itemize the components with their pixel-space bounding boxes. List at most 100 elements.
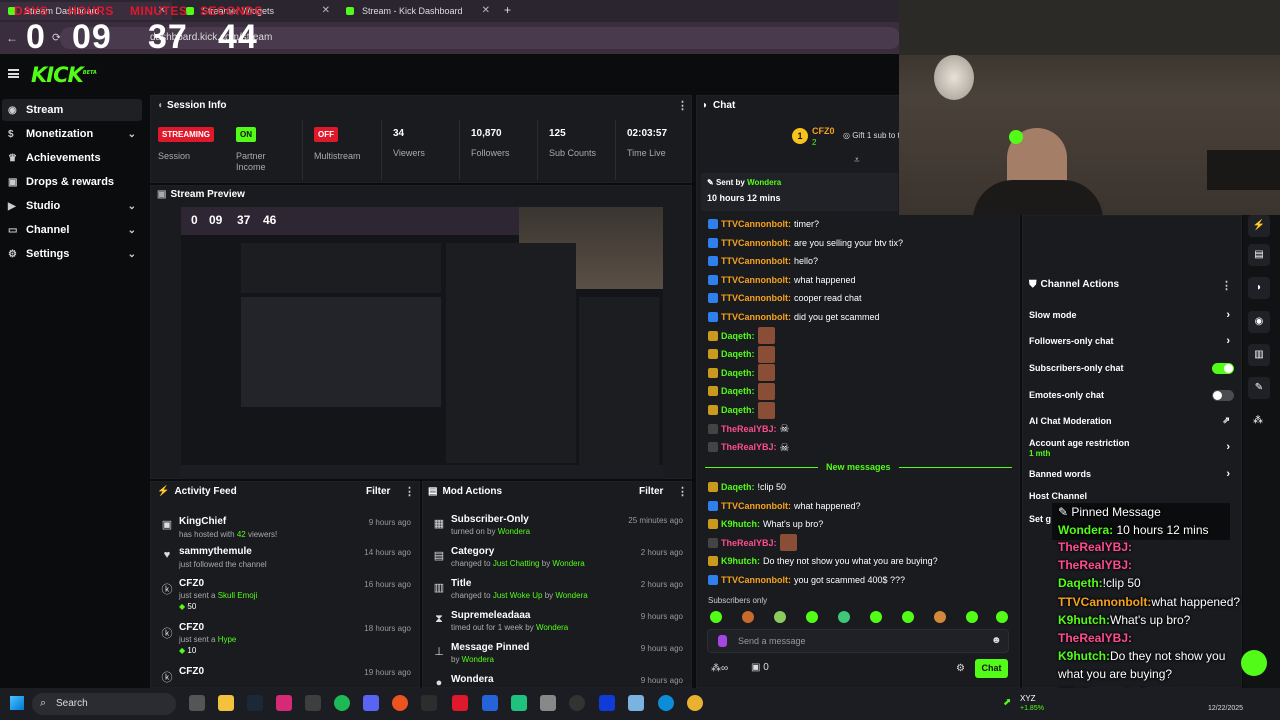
more-options-icon[interactable]: ⋮: [677, 99, 688, 112]
app-icon[interactable]: [305, 695, 321, 711]
chat-username[interactable]: TheRealYBJ:: [721, 538, 777, 548]
sidebar-item-channel[interactable]: ▭ Channel ⌄: [2, 219, 142, 241]
emote-icon[interactable]: [902, 611, 914, 623]
steam-icon[interactable]: [247, 695, 263, 711]
app-icon[interactable]: [599, 695, 615, 711]
discord-icon[interactable]: [363, 695, 379, 711]
document-icon[interactable]: ▤: [1248, 244, 1270, 266]
menu-icon[interactable]: [8, 69, 19, 78]
gift-sub-button[interactable]: ◎ Gift 1 sub to t: [843, 131, 900, 140]
user-icon: ●: [435, 677, 443, 688]
bolt-icon[interactable]: ⚡: [1248, 215, 1270, 237]
chat-username[interactable]: TTVCannonbolt:: [721, 312, 791, 322]
subscribers-only-toggle[interactable]: [1212, 363, 1234, 374]
more-options-icon[interactable]: ⋮: [404, 485, 415, 498]
banned-words-row[interactable]: Banned words ›: [1029, 468, 1234, 480]
sidebar-item-stream[interactable]: ◉ Stream: [2, 99, 142, 121]
chat-username[interactable]: TTVCannonbolt:: [721, 575, 791, 585]
brave-icon[interactable]: [392, 695, 408, 711]
app-icon[interactable]: [482, 695, 498, 711]
chat-username[interactable]: TTVCannonbolt:: [721, 293, 791, 303]
chat-username[interactable]: TTVCannonbolt:: [721, 219, 791, 229]
news-icon[interactable]: [452, 695, 468, 711]
app-icon[interactable]: [569, 695, 585, 711]
users-icon[interactable]: ⁂: [1253, 415, 1263, 426]
sidebar-item-drops[interactable]: ▣ Drops & rewards: [2, 171, 142, 193]
chat-username[interactable]: K9hutch:: [721, 556, 760, 566]
app-icon[interactable]: [421, 695, 437, 711]
wrench-icon[interactable]: ✎: [1248, 377, 1270, 399]
chat-username[interactable]: TTVCannonbolt:: [721, 238, 791, 248]
ai-moderation-row[interactable]: AI Chat Moderation ⇗: [1029, 415, 1234, 426]
stream-preview-video[interactable]: 0 09 37 46: [181, 207, 663, 479]
activity-filter-button[interactable]: Filter: [366, 486, 390, 497]
app-icon[interactable]: [628, 695, 644, 711]
send-chat-button[interactable]: Chat: [975, 659, 1008, 678]
server-icon[interactable]: ▥: [1248, 344, 1270, 366]
emote-icon[interactable]: [838, 611, 850, 623]
chat-text: timer?: [793, 219, 819, 229]
close-icon[interactable]: ✕: [322, 5, 330, 16]
kick-logo[interactable]: KICKBETA: [31, 63, 97, 87]
app-icon[interactable]: [511, 695, 527, 711]
close-icon[interactable]: ✕: [482, 5, 490, 16]
chat-icon[interactable]: ◗: [1248, 277, 1270, 299]
pinned-text: 10 hours 12 mins: [707, 193, 781, 203]
chat-username[interactable]: TTVCannonbolt:: [721, 501, 791, 511]
task-view-icon[interactable]: [189, 695, 205, 711]
feed-amount-value: 50: [187, 602, 197, 611]
chat-username[interactable]: K9hutch:: [721, 519, 760, 529]
settings-app-icon[interactable]: [540, 695, 556, 711]
sidebar-item-achievements[interactable]: ♛ Achievements: [2, 147, 142, 169]
emote-icon[interactable]: [870, 611, 882, 623]
taskbar-search[interactable]: ⌕ Search: [32, 693, 176, 715]
chat-username[interactable]: TTVCannonbolt:: [721, 275, 791, 285]
more-options-icon[interactable]: ⋮: [677, 485, 688, 498]
emote-icon[interactable]: [710, 611, 722, 623]
chat-username[interactable]: TTVCannonbolt:: [721, 256, 791, 266]
mod-filter-button[interactable]: Filter: [639, 486, 663, 497]
user-badge-icon: [708, 237, 718, 248]
followers-only-row[interactable]: Followers-only chat ›: [1029, 335, 1234, 347]
emote-icon[interactable]: [742, 611, 754, 623]
chat-username[interactable]: Daqeth:: [721, 368, 755, 378]
edge-icon[interactable]: [658, 695, 674, 711]
back-icon[interactable]: ←: [6, 31, 18, 45]
chat-username[interactable]: Daqeth:: [721, 386, 755, 396]
sidebar-item-monetization[interactable]: $ Monetization ⌄: [2, 123, 142, 145]
chat-username[interactable]: TheRealYBJ:: [721, 424, 777, 434]
emote-icon[interactable]: [966, 611, 978, 623]
list-item: ▥ Title changed to Just Woke Up by Wonde…: [423, 577, 691, 611]
emote-icon[interactable]: [806, 611, 818, 623]
emotes-only-toggle[interactable]: [1212, 390, 1234, 401]
new-tab-button[interactable]: +: [504, 3, 511, 17]
chat-username[interactable]: Daqeth:: [721, 331, 755, 341]
host-channel-row[interactable]: Host Channel: [1029, 491, 1234, 501]
chat-username[interactable]: Daqeth:: [721, 405, 755, 415]
emote-icon[interactable]: [996, 611, 1008, 623]
broadcast-icon[interactable]: ◉: [1248, 311, 1270, 333]
file-explorer-icon[interactable]: [218, 695, 234, 711]
slow-mode-row[interactable]: Slow mode ›: [1029, 309, 1234, 321]
chat-username[interactable]: TheRealYBJ:: [721, 442, 777, 452]
chat-input[interactable]: Send a message ☻: [707, 629, 1009, 653]
spotify-icon[interactable]: [334, 695, 350, 711]
chrome-icon[interactable]: [687, 695, 703, 711]
browser-tab[interactable]: Stream - Kick Dashboard ✕: [338, 2, 496, 20]
chat-username[interactable]: Daqeth:: [721, 349, 755, 359]
mod-detail-text: changed to: [451, 591, 493, 600]
sidebar-item-settings[interactable]: ⚙ Settings ⌄: [2, 243, 142, 265]
overlay-text: What's up bro?: [1110, 612, 1191, 627]
users-icon[interactable]: ⁂∞: [711, 663, 728, 674]
emote-icon[interactable]: [774, 611, 786, 623]
collapse-icon[interactable]: ⩡: [854, 155, 860, 166]
windows-start-icon[interactable]: [10, 696, 24, 710]
emoji-icon[interactable]: ☻: [991, 635, 1002, 646]
sidebar-item-studio[interactable]: ▶ Studio ⌄: [2, 195, 142, 217]
emote-icon[interactable]: [934, 611, 946, 623]
settings-icon[interactable]: ⚙: [956, 663, 965, 674]
account-age-row[interactable]: Account age restriction 1 mth ›: [1029, 438, 1234, 458]
chat-username[interactable]: Daqeth:: [721, 482, 755, 492]
more-options-icon[interactable]: ⋮: [1221, 279, 1232, 292]
instagram-icon[interactable]: [276, 695, 292, 711]
